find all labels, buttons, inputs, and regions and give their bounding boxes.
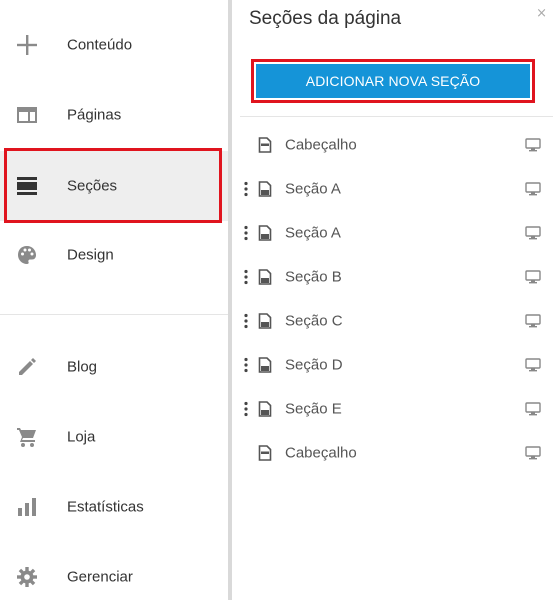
sidebar: Conteúdo Páginas Seções Design Blog Loja	[0, 0, 228, 600]
plus-icon	[16, 34, 38, 56]
page-icon	[258, 137, 272, 153]
panel-title: Seções da página	[249, 8, 402, 29]
bar-chart-icon	[16, 496, 38, 518]
sidebar-item-label: Estatísticas	[67, 498, 144, 516]
drag-handle-icon[interactable]	[243, 401, 249, 417]
page-layout-icon	[16, 104, 38, 126]
section-row[interactable]: Seção A	[232, 211, 555, 255]
section-name: Seção B	[285, 268, 342, 286]
sidebar-item-design[interactable]: Design	[0, 220, 228, 290]
sidebar-item-conteudo[interactable]: Conteúdo	[0, 10, 228, 80]
page-icon	[258, 401, 272, 417]
section-row[interactable]: Seção B	[232, 255, 555, 299]
add-button-highlight: ADICIONAR NOVA SEÇÃO	[251, 59, 535, 103]
close-icon[interactable]: ×	[536, 6, 547, 21]
sidebar-divider	[0, 314, 228, 315]
pencil-icon	[16, 356, 38, 378]
add-new-section-button[interactable]: ADICIONAR NOVA SEÇÃO	[256, 64, 530, 98]
desktop-visibility-icon[interactable]	[525, 446, 541, 460]
desktop-visibility-icon[interactable]	[525, 314, 541, 328]
desktop-visibility-icon[interactable]	[525, 270, 541, 284]
drag-handle-icon[interactable]	[243, 225, 249, 241]
sidebar-item-label: Gerenciar	[67, 568, 133, 586]
section-row[interactable]: Seção C	[232, 299, 555, 343]
sections-icon	[16, 175, 38, 197]
sidebar-item-estatisticas[interactable]: Estatísticas	[0, 472, 228, 542]
section-row[interactable]: Cabeçalho	[232, 123, 555, 167]
page-icon	[258, 225, 272, 241]
gear-icon	[16, 566, 38, 588]
drag-handle-icon[interactable]	[243, 357, 249, 373]
sidebar-item-gerenciar[interactable]: Gerenciar	[0, 542, 228, 612]
section-name: Seção A	[285, 224, 341, 242]
section-row[interactable]: Seção E	[232, 387, 555, 431]
sidebar-item-secoes[interactable]: Seções	[0, 151, 228, 221]
section-row[interactable]: Cabeçalho	[232, 431, 555, 475]
drag-handle-icon[interactable]	[243, 269, 249, 285]
section-name: Seção D	[285, 356, 343, 374]
sidebar-item-blog[interactable]: Blog	[0, 332, 228, 402]
page-icon	[258, 445, 272, 461]
desktop-visibility-icon[interactable]	[525, 358, 541, 372]
sidebar-item-label: Páginas	[67, 106, 122, 124]
sidebar-item-label: Conteúdo	[67, 36, 133, 54]
drag-handle-icon[interactable]	[243, 181, 249, 197]
section-name: Seção A	[285, 180, 341, 198]
drag-handle-icon[interactable]	[243, 313, 249, 329]
page-icon	[258, 269, 272, 285]
palette-icon	[16, 244, 38, 266]
page-icon	[258, 313, 272, 329]
page-icon	[258, 181, 272, 197]
desktop-visibility-icon[interactable]	[525, 226, 541, 240]
section-name: Cabeçalho	[285, 136, 357, 154]
sidebar-item-paginas[interactable]: Páginas	[0, 80, 228, 150]
sidebar-item-label: Seções	[67, 177, 118, 195]
desktop-visibility-icon[interactable]	[525, 138, 541, 152]
sidebar-item-loja[interactable]: Loja	[0, 402, 228, 472]
sidebar-item-label: Loja	[67, 428, 96, 446]
section-row[interactable]: Seção D	[232, 343, 555, 387]
page-sections-panel: Seções da página × ADICIONAR NOVA SEÇÃO …	[232, 0, 555, 600]
section-name: Seção E	[285, 400, 342, 418]
section-name: Cabeçalho	[285, 444, 357, 462]
section-name: Seção C	[285, 312, 343, 330]
cart-icon	[16, 426, 38, 448]
section-row[interactable]: Seção A	[232, 167, 555, 211]
panel-divider	[240, 116, 553, 117]
sidebar-item-label: Blog	[67, 358, 98, 376]
desktop-visibility-icon[interactable]	[525, 182, 541, 196]
desktop-visibility-icon[interactable]	[525, 402, 541, 416]
sidebar-item-label: Design	[67, 246, 114, 264]
page-icon	[258, 357, 272, 373]
